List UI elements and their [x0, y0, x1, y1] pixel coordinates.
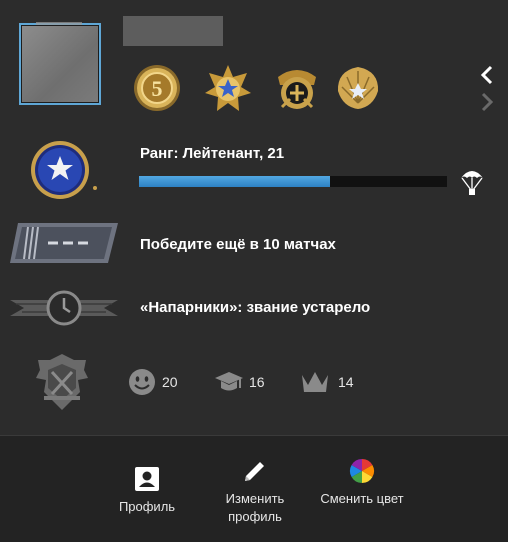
- leader-count: 14: [338, 374, 354, 390]
- profile-icon: [135, 467, 159, 491]
- rank-badge-icon: [31, 141, 97, 199]
- change-color-button[interactable]: Сменить цвет: [318, 458, 406, 508]
- rank-title: Ранг: Лейтенант, 21: [140, 145, 285, 162]
- pencil-icon: [245, 462, 264, 481]
- rank-progress-fill: [139, 176, 330, 187]
- player-name: [123, 16, 223, 46]
- smiley-icon[interactable]: [126, 367, 158, 397]
- rank-progress-bar: [139, 176, 447, 187]
- profile-panel: 5 Ранг: Лейтенант, 21 Победите ещё в 10 …: [0, 0, 508, 435]
- graduation-cap-icon[interactable]: [213, 367, 245, 397]
- competitive-status: Победите ещё в 10 матчах: [140, 236, 336, 253]
- avatar[interactable]: [19, 23, 101, 105]
- wingman-rank-icon: [10, 290, 118, 326]
- crown-icon[interactable]: [299, 367, 331, 397]
- bottom-toolbar: Профиль Изменить профиль Сменить цвет: [0, 435, 508, 542]
- profile-button-label: Профиль: [118, 499, 176, 514]
- chevron-left-icon[interactable]: [476, 63, 498, 87]
- color-wheel-icon: [349, 459, 375, 483]
- avatar-caption: [36, 22, 82, 25]
- svg-text:5: 5: [152, 76, 163, 101]
- wingman-status: «Напарники»: звание устарело: [140, 299, 371, 316]
- operation-coin-icon[interactable]: [272, 63, 322, 113]
- teacher-count: 16: [249, 374, 265, 390]
- shell-medal-icon[interactable]: [333, 63, 383, 113]
- change-color-button-label: Сменить цвет: [320, 491, 404, 506]
- service-medal-5-icon[interactable]: 5: [132, 63, 182, 113]
- friendly-count: 20: [162, 374, 178, 390]
- crest-icon: [36, 354, 88, 410]
- edit-profile-button[interactable]: Изменить профиль: [210, 458, 300, 526]
- chevron-right-icon[interactable]: [476, 90, 498, 114]
- star-medal-icon[interactable]: [203, 63, 253, 113]
- profile-button[interactable]: Профиль: [103, 466, 191, 516]
- edit-profile-button-label: Изменить профиль: [225, 491, 285, 524]
- competitive-rank-icon: [10, 223, 118, 263]
- parachute-icon[interactable]: [459, 166, 485, 196]
